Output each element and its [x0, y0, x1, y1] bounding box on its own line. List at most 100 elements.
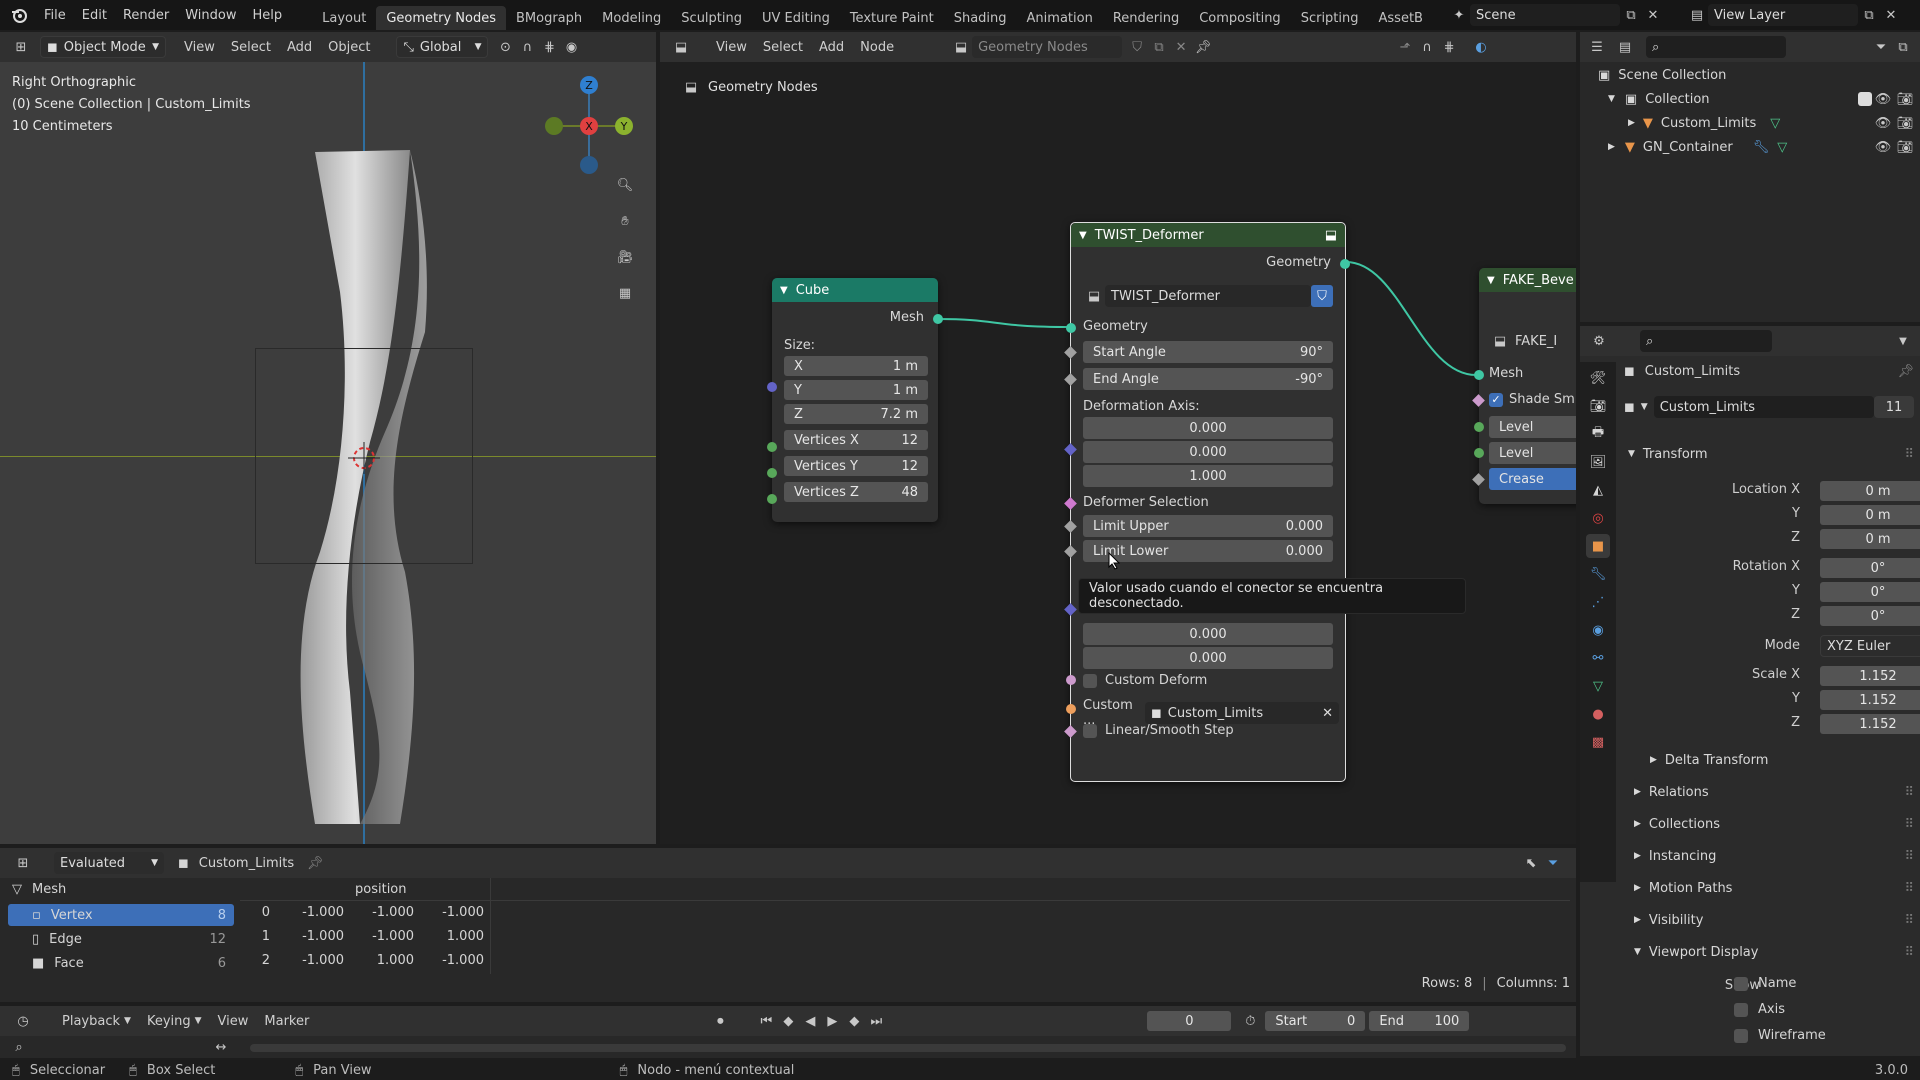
custom-deform-checkbox[interactable]: [1083, 673, 1097, 688]
limit-upper-field[interactable]: Limit Upper 0.000: [1083, 515, 1333, 537]
viewport-menu-view[interactable]: View: [176, 34, 223, 60]
visibility-eye-icon[interactable]: 👁︎: [1872, 136, 1894, 158]
menu-render[interactable]: Render: [115, 2, 177, 28]
delete-scene-icon[interactable]: ✕: [1642, 4, 1664, 26]
tab-compositing[interactable]: Compositing: [1189, 6, 1291, 30]
modifier-tab-icon[interactable]: 🔧︎: [1586, 562, 1610, 586]
motion-paths-panel[interactable]: ▶ Motion Paths ⠿: [1634, 876, 1914, 900]
drag-handle-icon[interactable]: ⠿: [1904, 447, 1914, 462]
vertices-x-field[interactable]: Vertices X 12: [784, 430, 928, 450]
gizmo-x[interactable]: X: [580, 117, 598, 135]
shade-smooth-checkbox[interactable]: ✓: [1489, 392, 1503, 407]
gizmo-z[interactable]: Z: [580, 76, 598, 94]
level-socket-1[interactable]: [1474, 422, 1484, 432]
outliner[interactable]: ☰ ▤ ⌕ ⏷ ⧉ ▣ Scene Collection ▼ ▣ Collect…: [1580, 32, 1920, 322]
fake-node-header[interactable]: ▼ FAKE_Beve: [1479, 268, 1576, 292]
location-z-field[interactable]: 0 m: [1820, 529, 1920, 549]
view-layer-icon[interactable]: ▤: [1686, 4, 1708, 26]
properties-editor[interactable]: ⚙ ⌕ ▼ 🛠︎ 📷︎ 🖶︎ 🖼︎ ◭ ◎ ■ 🔧︎ ⋰ ◉ ⚯ ▽ ● ▩ ◼…: [1580, 326, 1920, 1056]
chevron-down-icon[interactable]: ▼: [1892, 330, 1914, 352]
scene-tab-icon[interactable]: ◭: [1586, 478, 1610, 502]
scene-selector[interactable]: Scene: [1470, 4, 1620, 26]
fake-user-shield-icon[interactable]: ⛉: [1311, 285, 1333, 307]
limit-lower-field[interactable]: Limit Lower 0.000: [1083, 540, 1333, 562]
vertices-z-socket[interactable]: [767, 494, 777, 504]
visibility-panel[interactable]: ▶ Visibility ⠿: [1634, 908, 1914, 932]
linear-smooth-checkbox[interactable]: [1083, 723, 1097, 738]
tab-sculpting[interactable]: Sculpting: [671, 6, 752, 30]
blender-logo-icon[interactable]: [8, 4, 30, 26]
expand-icon[interactable]: ▶: [1608, 142, 1615, 152]
gizmo-neg-y[interactable]: [545, 117, 563, 135]
drag-handle-icon[interactable]: ⠿: [1904, 849, 1914, 864]
world-tab-icon[interactable]: ◎: [1586, 506, 1610, 530]
size-z-field[interactable]: Z 7.2 m: [784, 404, 928, 424]
drag-handle-icon[interactable]: ⠿: [1904, 785, 1914, 800]
gizmo-neg-z[interactable]: [580, 156, 598, 174]
viewport-display-panel[interactable]: ▼ Viewport Display ⠿: [1634, 940, 1914, 964]
level-field-2[interactable]: Level: [1489, 442, 1576, 464]
domain-edge[interactable]: ▯ Edge 12: [8, 928, 234, 950]
transform-orientation-selector[interactable]: ⤡ Global ▼: [396, 36, 489, 58]
scale-z-field[interactable]: 1.152: [1820, 714, 1920, 734]
vertices-x-socket[interactable]: [767, 442, 777, 452]
render-camera-icon[interactable]: 📷︎: [1894, 112, 1916, 134]
timeline[interactable]: ◷ Playback ▼ Keying ▼ View Marker ⏺ ⏮ ◆ ◀ …: [0, 1006, 1576, 1058]
visibility-eye-icon[interactable]: 👁︎: [1872, 112, 1894, 134]
scale-x-field[interactable]: 1.152: [1820, 666, 1920, 686]
timeline-scrubber[interactable]: [250, 1044, 1566, 1052]
show-wireframe-checkbox[interactable]: [1734, 1028, 1748, 1043]
object-tab-icon[interactable]: ■: [1586, 534, 1610, 558]
properties-search[interactable]: ⌕: [1640, 330, 1772, 352]
prev-keyframe-icon[interactable]: ◆: [777, 1010, 799, 1032]
render-camera-icon[interactable]: 📷︎: [1894, 136, 1916, 158]
geometry-input-socket[interactable]: [1066, 323, 1076, 333]
material-tab-icon[interactable]: ●: [1586, 702, 1610, 726]
menu-file[interactable]: File: [36, 2, 74, 28]
physics-tab-icon[interactable]: ◉: [1586, 618, 1610, 642]
relations-panel[interactable]: ▶ Relations ⠿: [1634, 780, 1914, 804]
tab-scripting[interactable]: Scripting: [1291, 6, 1369, 30]
timeline-menu-playback[interactable]: Playback ▼: [54, 1008, 139, 1034]
current-frame-field[interactable]: 0: [1147, 1011, 1232, 1031]
editor-type-icon[interactable]: ⊞: [12, 852, 34, 874]
delta-transform-panel[interactable]: ▶ Delta Transform: [1650, 748, 1914, 772]
rotation-z-field[interactable]: 0°: [1820, 606, 1920, 626]
viewport-menu-object[interactable]: Object: [320, 34, 378, 60]
fake-bevel-node[interactable]: ▼ FAKE_Beve ⬓ FAKE_I Mesh ✓ Shade Sm Lev…: [1472, 268, 1576, 504]
collection-checkbox[interactable]: [1858, 92, 1872, 106]
menu-help[interactable]: Help: [245, 2, 291, 28]
pin-icon[interactable]: 📌︎: [1897, 364, 1914, 379]
expand-icon[interactable]: ▼: [1608, 94, 1615, 104]
tab-shading[interactable]: Shading: [944, 6, 1017, 30]
start-angle-field[interactable]: Start Angle 90°: [1083, 341, 1333, 363]
end-frame-field[interactable]: End 100: [1369, 1011, 1470, 1031]
drag-handle-icon[interactable]: ⠿: [1904, 881, 1914, 896]
vertices-y-field[interactable]: Vertices Y 12: [784, 456, 928, 476]
particles-tab-icon[interactable]: ⋰: [1586, 590, 1610, 614]
center-y-field[interactable]: 0.000: [1083, 623, 1333, 645]
zoom-range-icon[interactable]: ↔: [210, 1036, 232, 1058]
axis-y-field[interactable]: 0.000: [1083, 441, 1333, 463]
proportional-edit-icon[interactable]: ◉: [560, 36, 582, 58]
vertices-y-socket[interactable]: [767, 468, 777, 478]
jump-start-icon[interactable]: ⏮: [755, 1010, 777, 1032]
evaluation-mode-selector[interactable]: Evaluated ▼: [54, 852, 164, 874]
tab-animation[interactable]: Animation: [1017, 6, 1103, 30]
outliner-item-gn-container[interactable]: ▶ ▼ GN_Container 🔧︎ ▽ 👁︎ 📷︎: [1608, 136, 1916, 158]
cube-node[interactable]: ▼ Cube Mesh Size: X1 m Y1 m Z 7.2 m Verti…: [767, 278, 943, 522]
domain-vertex[interactable]: ▫ Vertex 8: [8, 904, 234, 926]
rotation-mode-selector[interactable]: XYZ Euler▼: [1820, 635, 1920, 657]
new-view-layer-icon[interactable]: ⧉: [1858, 4, 1880, 26]
drag-handle-icon[interactable]: ⠿: [1904, 913, 1914, 928]
constraints-tab-icon[interactable]: ⚯: [1586, 646, 1610, 670]
level-socket-2[interactable]: [1474, 448, 1484, 458]
axis-z-field[interactable]: 1.000: [1083, 465, 1333, 487]
grid-icon[interactable]: ▦: [614, 282, 636, 304]
display-mode-icon[interactable]: ▤: [1614, 36, 1636, 58]
collapse-icon[interactable]: ▼: [1487, 275, 1495, 286]
zoom-icon[interactable]: 🔍︎: [614, 174, 636, 196]
drag-handle-icon[interactable]: ⠿: [1904, 817, 1914, 832]
filter-icon[interactable]: ⏷: [1542, 852, 1564, 874]
twist-node-header[interactable]: ▼ TWIST_Deformer ⬓: [1071, 223, 1345, 247]
